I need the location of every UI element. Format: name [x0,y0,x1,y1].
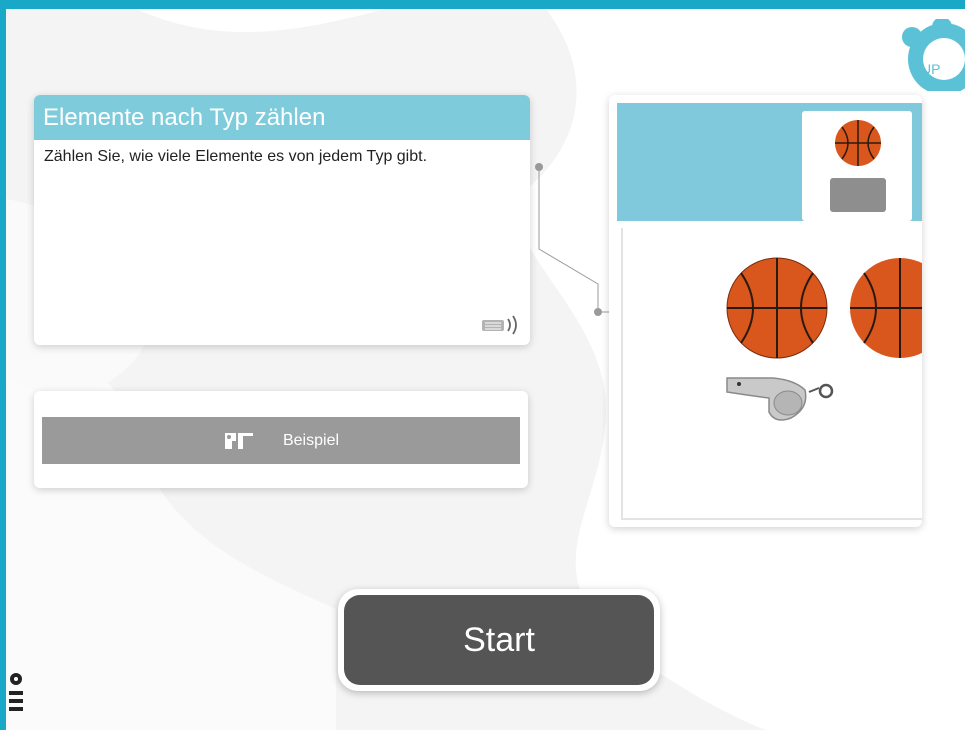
task-description: Zählen Sie, wie viele Elemente es von je… [44,148,428,165]
speaker-icon[interactable] [480,313,522,337]
task-card: Elemente nach Typ zählen Zählen Sie, wie… [34,95,530,345]
task-title: Elemente nach Typ zählen [34,95,530,140]
preview-objects [726,257,922,421]
whistle-icon [726,377,834,421]
example-card: Beispiel [34,391,528,488]
example-button-label: Beispiel [282,431,340,449]
menu-icon[interactable] [6,671,26,721]
preview-header [617,103,922,221]
example-preview-card [609,95,922,527]
app-stage: Elemente nach Typ zählen Zählen Sie, wie… [6,9,965,730]
example-icon [224,432,253,449]
logo-text: UP [921,61,940,77]
preview-items [621,228,922,520]
up-logo-icon: UP [902,19,965,91]
start-button-label: Start [344,595,654,685]
start-button[interactable]: Start [338,589,660,691]
basketball-icon [850,258,922,358]
basketball-thumbnail-icon [830,120,886,212]
basketball-icon [726,257,828,359]
preview-thumbnail [802,111,912,221]
example-button[interactable]: Beispiel [42,417,520,464]
